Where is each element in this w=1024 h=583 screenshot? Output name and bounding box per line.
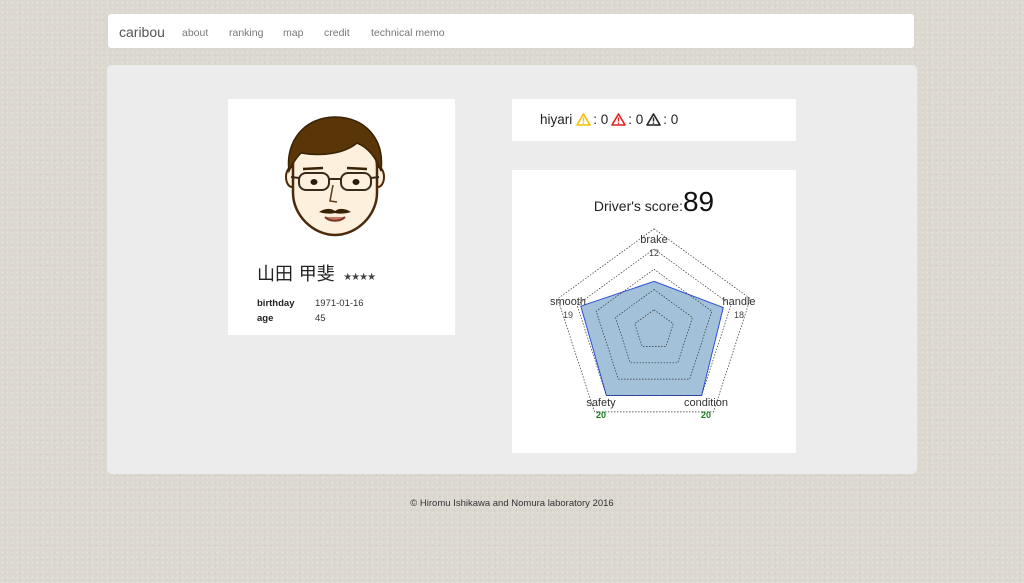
warning-red-icon [611, 113, 627, 126]
star-rating: ★★★★ [343, 272, 376, 283]
nav-ranking[interactable]: ranking [229, 27, 263, 39]
radar-value-label-condition: 20 [701, 410, 711, 420]
nav-credit[interactable]: credit [324, 27, 350, 39]
radar-axis-label-brake: brake [640, 234, 668, 246]
brand-link[interactable]: caribou [119, 24, 165, 40]
driver-name: 山田 甲斐 [257, 264, 335, 285]
hiyari-label: hiyari [540, 112, 573, 127]
birthday-label: birthday [257, 298, 295, 309]
radar-axis-label-handle: handle [722, 296, 755, 308]
hiyari-count-black: : 0 [663, 112, 679, 127]
top-navbar: caribou about ranking map credit technic… [107, 13, 915, 49]
age-value: 45 [315, 313, 326, 324]
hiyari-row: hiyari : 0 : 0 : 0 [540, 112, 678, 127]
driver-name-row: 山田 甲斐 ★★★★ [257, 260, 376, 286]
radar-axis-label-condition: condition [684, 397, 728, 409]
driver-profile-card: 山田 甲斐 ★★★★ birthday 1971-01-16 age 45 [228, 99, 455, 335]
nav-map[interactable]: map [283, 27, 303, 39]
hiyari-count-yellow: : 0 [593, 112, 609, 127]
person-face-avatar-icon [285, 116, 385, 237]
radar-value-label-handle: 18 [734, 310, 744, 320]
radar-value-label-safety: 20 [596, 410, 606, 420]
radar-value-label-brake: 12 [649, 248, 659, 258]
radar-axis-label-smooth: smooth [550, 296, 586, 308]
footer-copyright: © Hiromu Ishikawa and Nomura laboratory … [410, 498, 614, 509]
radar-axis-label-safety: safety [586, 397, 616, 409]
radar-value-label-smooth: 19 [563, 310, 573, 320]
radar-value-area [580, 280, 724, 396]
nav-technical-memo[interactable]: technical memo [371, 27, 445, 39]
nav-about[interactable]: about [182, 27, 208, 39]
warning-yellow-icon [576, 113, 592, 126]
birthday-value: 1971-01-16 [315, 298, 364, 309]
hiyari-count-red: : 0 [628, 112, 644, 127]
warning-black-icon [646, 113, 662, 126]
hiyari-card: hiyari : 0 : 0 : 0 [512, 99, 796, 141]
driver-score-card: Driver's score:89 brake 12 handle 18 conditi… [512, 170, 796, 453]
radar-chart: brake12handle18condition20safety20smooth… [550, 228, 756, 420]
age-label: age [257, 313, 274, 324]
